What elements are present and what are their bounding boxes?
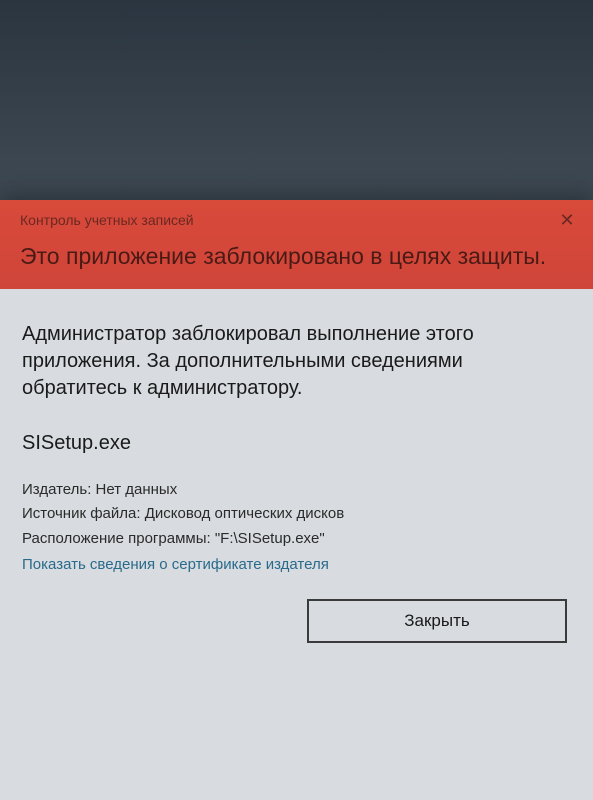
location-value: "F:\SISetup.exe" — [215, 530, 325, 547]
publisher-value: Нет данных — [96, 481, 178, 498]
publisher-row: Издатель: Нет данных — [22, 479, 571, 502]
location-row: Расположение программы: "F:\SISetup.exe" — [22, 528, 571, 551]
certificate-link[interactable]: Показать сведения о сертификате издателя — [22, 554, 329, 577]
dialog-body: Администратор заблокировал выполнение эт… — [0, 289, 593, 663]
dialog-header: Контроль учетных записей ✕ Это приложени… — [0, 200, 593, 289]
button-row: Закрыть — [22, 599, 571, 643]
close-icon[interactable]: ✕ — [555, 208, 579, 232]
blocked-filename: SISetup.exe — [22, 432, 571, 455]
uac-dialog: Контроль учетных записей ✕ Это приложени… — [0, 200, 593, 800]
location-label: Расположение программы: — [22, 530, 211, 547]
source-row: Источник файла: Дисковод оптических диск… — [22, 503, 571, 526]
publisher-label: Издатель: — [22, 481, 91, 498]
dialog-title: Это приложение заблокировано в целях защ… — [20, 242, 573, 271]
block-message: Администратор заблокировал выполнение эт… — [22, 321, 571, 402]
source-value: Дисковод оптических дисков — [145, 505, 345, 522]
close-button[interactable]: Закрыть — [307, 599, 567, 643]
source-label: Источник файла: — [22, 505, 141, 522]
dialog-caption: Контроль учетных записей — [20, 212, 573, 228]
details-section: Издатель: Нет данных Источник файла: Дис… — [22, 479, 571, 577]
